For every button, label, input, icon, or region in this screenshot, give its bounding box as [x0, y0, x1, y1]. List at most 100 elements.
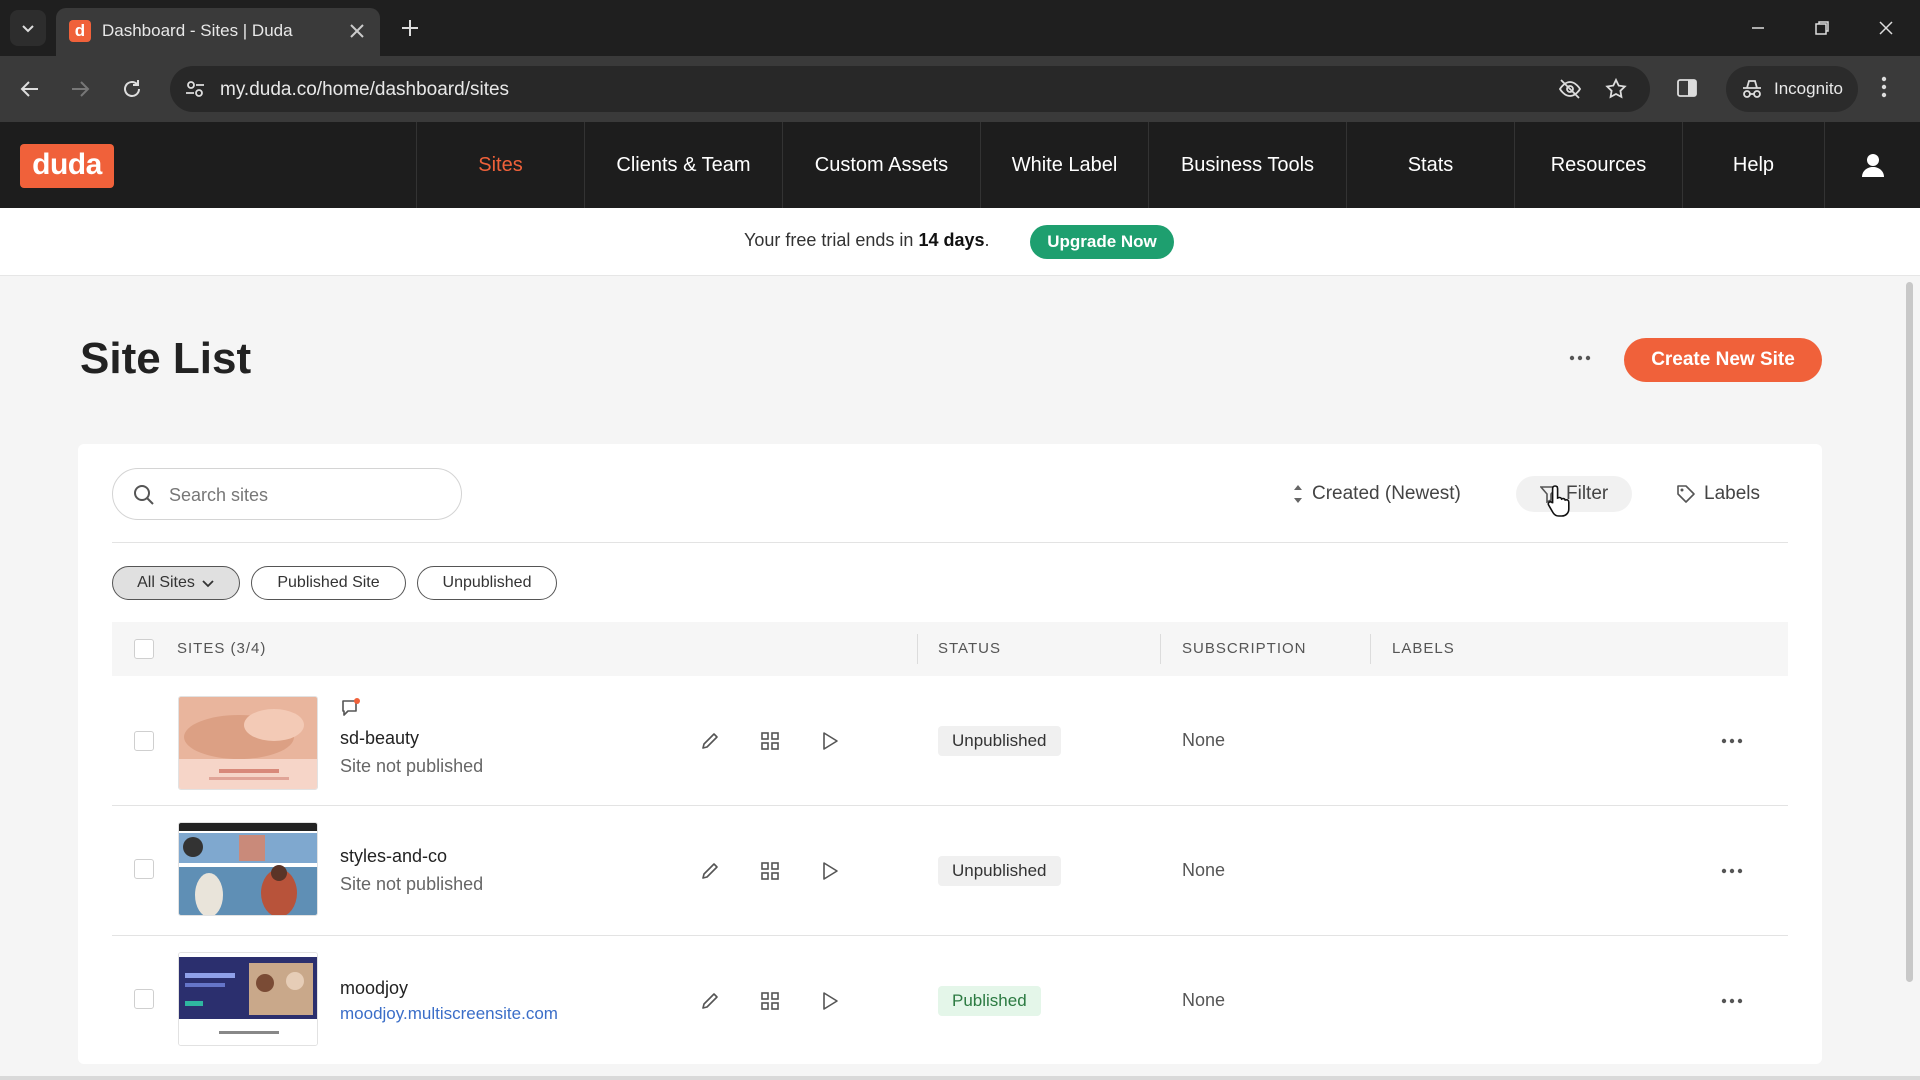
page-title: Site List — [80, 334, 252, 383]
upgrade-now-button[interactable]: Upgrade Now — [1030, 225, 1174, 259]
more-icon — [1721, 868, 1743, 874]
search-box[interactable] — [112, 468, 462, 520]
star-icon[interactable] — [1604, 77, 1628, 101]
kebab-icon[interactable] — [1880, 75, 1888, 99]
tab-title: Dashboard - Sites | Duda — [102, 21, 293, 40]
tab-search-button[interactable] — [10, 10, 46, 46]
minimize-icon — [1752, 27, 1764, 29]
side-panel-icon[interactable] — [1676, 77, 1698, 99]
site-info-icon[interactable] — [184, 78, 206, 100]
tag-icon — [1677, 485, 1695, 503]
labels-button[interactable]: Labels — [1676, 476, 1760, 512]
site-thumbnail[interactable] — [178, 822, 318, 916]
search-input[interactable] — [169, 483, 439, 507]
restore-icon — [1815, 21, 1829, 35]
duda-logo[interactable]: duda — [20, 144, 114, 188]
site-name[interactable]: moodjoy — [340, 978, 408, 999]
table-header: SITES (3/4) STATUS SUBSCRIPTION LABELS — [112, 622, 1788, 676]
trial-message: Your free trial ends in 14 days. — [744, 230, 990, 251]
create-new-site-button[interactable]: Create New Site — [1624, 338, 1822, 382]
trial-banner: Your free trial ends in 14 days. Upgrade… — [0, 208, 1920, 276]
chat-notification-icon[interactable] — [340, 698, 362, 718]
nav-clients-team[interactable]: Clients & Team — [584, 122, 782, 208]
row-checkbox[interactable] — [134, 731, 154, 751]
nav-sites[interactable]: Sites — [416, 122, 584, 208]
select-all-checkbox[interactable] — [134, 639, 154, 659]
preview-button[interactable] — [818, 729, 842, 753]
dashboard-button[interactable] — [758, 989, 782, 1013]
minimize-button[interactable] — [1744, 14, 1772, 42]
nav-white-label[interactable]: White Label — [980, 122, 1148, 208]
reload-icon — [124, 80, 140, 97]
header-labels: LABELS — [1392, 640, 1455, 657]
user-menu-button[interactable] — [1824, 122, 1920, 208]
header-subscription[interactable]: SUBSCRIPTION — [1182, 640, 1307, 657]
chip-unpublished[interactable]: Unpublished — [417, 566, 557, 600]
site-status-text: Site not published — [340, 874, 484, 894]
edit-button[interactable] — [698, 859, 722, 883]
dashboard-button[interactable] — [758, 729, 782, 753]
more-icon — [1721, 998, 1743, 1004]
edit-button[interactable] — [698, 729, 722, 753]
table-row[interactable]: moodjoy moodjoy.multiscreensite.com Publ… — [112, 936, 1788, 1066]
header-status[interactable]: STATUS — [938, 640, 1001, 657]
bottom-strip — [0, 1076, 1920, 1080]
url-text: my.duda.co/home/dashboard/sites — [220, 79, 510, 100]
row-more-button[interactable] — [1718, 991, 1746, 1011]
window-close-button[interactable] — [1872, 14, 1900, 42]
eye-off-icon[interactable] — [1558, 77, 1582, 101]
site-thumbnail[interactable] — [178, 696, 318, 790]
edit-icon — [702, 733, 718, 749]
page-more-button[interactable] — [1564, 346, 1596, 370]
row-checkbox[interactable] — [134, 989, 154, 1009]
status-badge: Unpublished — [938, 856, 1061, 886]
site-name[interactable]: styles-and-co — [340, 846, 447, 867]
subscription-value: None — [1182, 730, 1226, 750]
duda-favicon: d — [69, 20, 91, 42]
page-scrollbar[interactable] — [1906, 282, 1913, 982]
nav-help[interactable]: Help — [1682, 122, 1824, 208]
sort-button[interactable]: Created (Newest) — [1292, 476, 1461, 512]
table-row[interactable]: styles-and-co Site not published Unpubli… — [112, 806, 1788, 936]
site-status-text: Site not published — [340, 756, 484, 776]
chevron-down-icon — [22, 25, 34, 33]
row-more-button[interactable] — [1718, 861, 1746, 881]
preview-button[interactable] — [818, 859, 842, 883]
site-thumbnail[interactable] — [178, 952, 318, 1046]
forward-icon — [72, 81, 90, 97]
sort-icon — [1294, 485, 1302, 503]
nav-resources[interactable]: Resources — [1514, 122, 1682, 208]
nav-custom-assets[interactable]: Custom Assets — [782, 122, 980, 208]
preview-button[interactable] — [818, 989, 842, 1013]
more-icon — [1569, 355, 1591, 361]
incognito-icon — [1743, 80, 1761, 98]
browser-tab[interactable]: d Dashboard - Sites | Duda — [56, 8, 380, 56]
table-row[interactable]: sd-beauty Site not published Unpublished… — [112, 676, 1788, 806]
row-checkbox[interactable] — [134, 859, 154, 879]
nav-stats[interactable]: Stats — [1346, 122, 1514, 208]
toolbar-divider — [112, 542, 1788, 543]
plus-icon[interactable] — [398, 16, 422, 40]
restore-button[interactable] — [1808, 14, 1836, 42]
reload-button[interactable] — [118, 75, 146, 103]
omnibox[interactable]: my.duda.co/home/dashboard/sites — [170, 66, 1650, 112]
chip-all-sites[interactable]: All Sites — [112, 566, 240, 600]
play-icon — [823, 992, 838, 1010]
edit-button[interactable] — [698, 989, 722, 1013]
status-badge: Published — [938, 986, 1041, 1016]
incognito-indicator[interactable]: Incognito — [1726, 66, 1858, 112]
close-icon[interactable] — [348, 22, 366, 40]
row-more-button[interactable] — [1718, 731, 1746, 751]
nav-business-tools[interactable]: Business Tools — [1148, 122, 1346, 208]
chip-published-site[interactable]: Published Site — [251, 566, 406, 600]
hand-cursor-icon — [1547, 485, 1570, 517]
trial-days: 14 days — [918, 230, 985, 250]
filter-button[interactable]: Filter — [1516, 476, 1633, 512]
site-name[interactable]: sd-beauty — [340, 728, 419, 749]
back-button[interactable] — [16, 75, 44, 103]
site-url-link[interactable]: moodjoy.multiscreensite.com — [340, 1004, 558, 1024]
header-separator — [1370, 634, 1371, 664]
labels-label: Labels — [1704, 483, 1760, 504]
dashboard-button[interactable] — [758, 859, 782, 883]
forward-button[interactable] — [66, 75, 94, 103]
